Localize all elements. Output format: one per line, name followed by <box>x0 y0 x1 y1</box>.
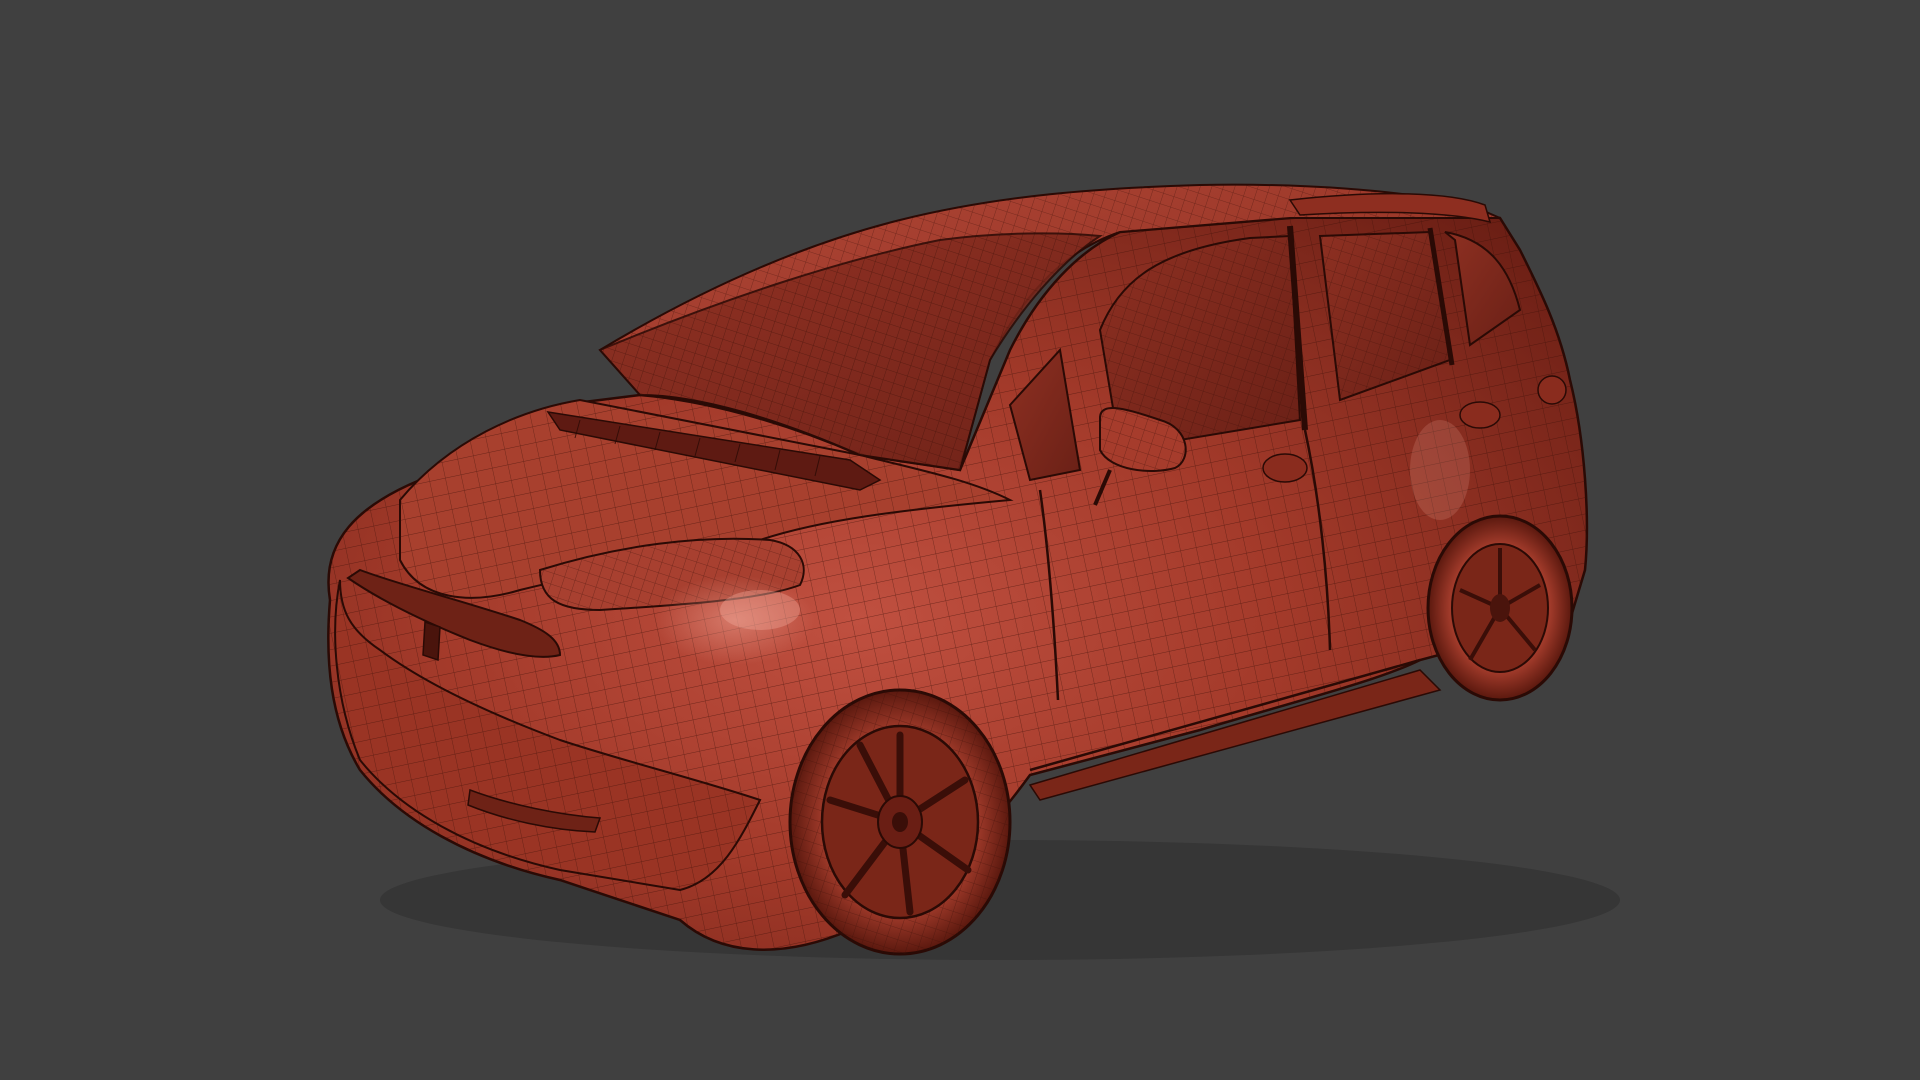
fuel-cap <box>1537 375 1567 405</box>
door-handle-rear <box>1459 401 1501 429</box>
door-handle-front <box>1262 453 1308 483</box>
hood-specular <box>720 590 800 630</box>
front-wheel[interactable] <box>788 688 1012 956</box>
3d-viewport[interactable] <box>0 0 1920 1080</box>
emblem-icon <box>422 620 441 662</box>
rear-fender-specular <box>1410 420 1470 520</box>
car-model-render[interactable] <box>0 0 1920 1080</box>
rear-wheel[interactable] <box>1426 514 1574 702</box>
